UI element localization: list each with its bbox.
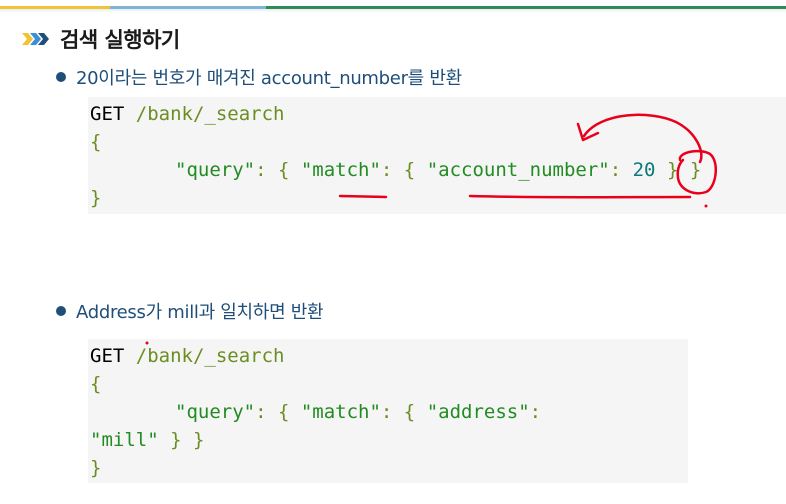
bullet-dot (56, 306, 66, 316)
code1-close: } } (655, 159, 702, 181)
code2-open-brace: { (90, 373, 102, 395)
bullet-1: 20이라는 번호가 매겨진 account_number를 반환 (56, 64, 462, 90)
code2-colon-2: : { (380, 401, 427, 423)
code1-colon-1: : { (255, 159, 301, 181)
code2-query-key: "query" (175, 401, 256, 423)
code1-query-key: "query" (175, 159, 256, 181)
code2-colon-3: : (529, 401, 542, 423)
code2-value: "mill" (90, 429, 159, 451)
bullet-2: Address가 mill과 일치하면 반환 (56, 298, 324, 324)
code1-line-3: "query": { "match": { "account_number": … (175, 157, 701, 184)
code-block-1: GET /bank/_search { "query": { "match": … (88, 97, 786, 214)
code1-colon-3: : (609, 159, 633, 181)
header-divider (0, 9, 786, 13)
code2-match-key: "match" (300, 401, 381, 423)
code2-close-brace: } (90, 457, 102, 479)
code2-line-2: { (90, 371, 101, 398)
code2-line-4: "mill" } } (90, 427, 204, 454)
code1-path: /bank/_search (124, 103, 285, 125)
code2-method: GET (90, 345, 125, 367)
code2-line-3: "query": { "match": { "address": (175, 399, 541, 426)
bullet-1-text: 20이라는 번호가 매겨진 account_number를 반환 (76, 68, 462, 89)
code2-path: /bank/_search (124, 345, 285, 367)
bullet-2-text: Address가 mill과 일치하면 반환 (76, 302, 324, 323)
code1-method: GET (90, 103, 125, 125)
code2-close: } } (158, 429, 205, 451)
code1-colon-2: : { (380, 159, 427, 181)
bullet-dot (56, 72, 66, 82)
code1-line-2: { (90, 129, 101, 156)
code1-field-key: "account_number" (426, 159, 610, 181)
code1-match-key: "match" (300, 159, 381, 181)
chevron-arrows-icon (22, 33, 49, 45)
code1-close-brace: } (90, 187, 102, 209)
code2-line-1: GET /bank/_search (90, 343, 284, 370)
code-block-2: GET /bank/_search { "query": { "match": … (88, 339, 688, 483)
code1-value: 20 (632, 159, 656, 181)
slide-title: 검색 실행하기 (60, 28, 180, 52)
slide-title-row: 검색 실행하기 (22, 24, 180, 54)
code1-open-brace: { (90, 131, 102, 153)
code1-line-4: } (90, 185, 101, 212)
code2-field-key: "address" (426, 401, 530, 423)
code1-line-1: GET /bank/_search (90, 101, 284, 128)
code2-colon-1: : { (255, 401, 301, 423)
code2-line-5: } (90, 455, 101, 482)
